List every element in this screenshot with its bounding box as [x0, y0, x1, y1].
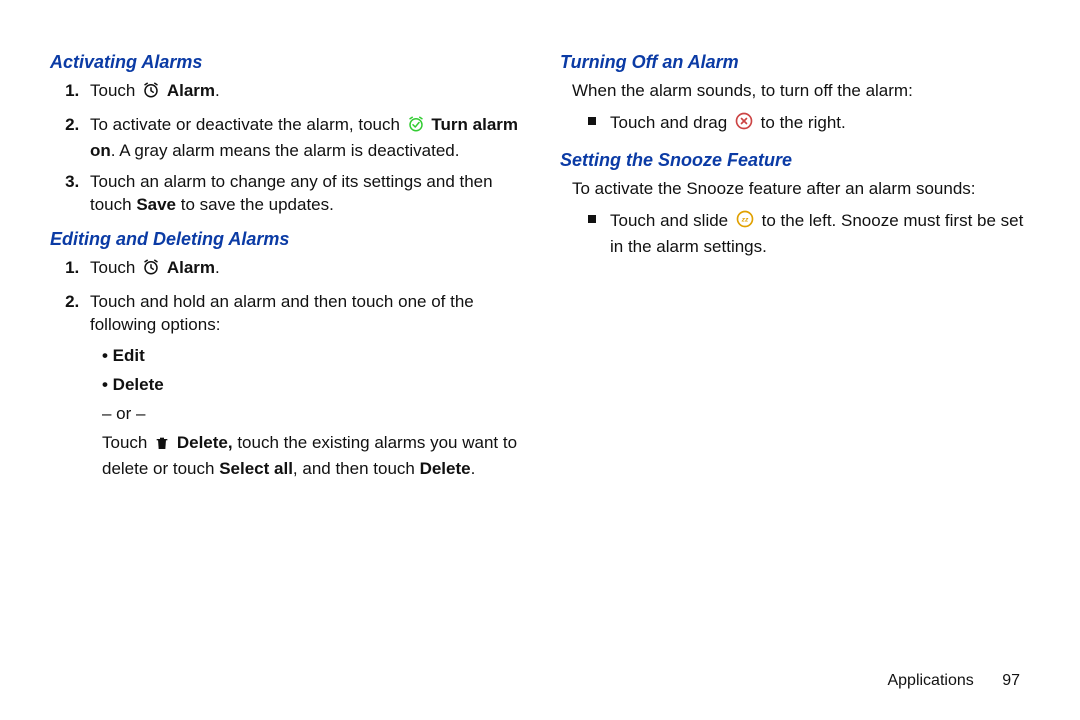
label-edit: • Edit [102, 346, 145, 365]
list-item: Touch and slide zz to the left. Snooze m… [588, 209, 1030, 259]
list-item: To activate or deactivate the alarm, tou… [84, 114, 520, 163]
body-text: Touch and slide [610, 211, 728, 230]
heading-turning-off-alarm: Turning Off an Alarm [560, 50, 1030, 74]
label-alarm: Alarm [167, 258, 215, 277]
body-text: to the right. [761, 113, 846, 132]
bullet-delete: • Delete [102, 374, 520, 397]
left-column: Activating Alarms Touch Alarm. To activa… [50, 40, 520, 489]
heading-snooze-feature: Setting the Snooze Feature [560, 148, 1030, 172]
right-column: Turning Off an Alarm When the alarm soun… [560, 40, 1030, 489]
body-text: Touch [90, 81, 135, 100]
or-separator: – or – [102, 403, 520, 426]
dismiss-circle-icon [734, 111, 754, 138]
label-select-all: Select all [219, 459, 293, 478]
trash-icon [154, 435, 170, 458]
body-text: When the alarm sounds, to turn off the a… [572, 80, 1030, 103]
footer-section-label: Applications [887, 672, 973, 689]
list-item: Touch Alarm. [84, 80, 520, 106]
snooze-circle-icon: zz [735, 209, 755, 236]
list-item: Touch an alarm to change any of its sett… [84, 171, 520, 217]
label-delete: Delete, [177, 433, 233, 452]
body-text: Touch and drag [610, 113, 727, 132]
heading-activating-alarms: Activating Alarms [50, 50, 520, 74]
bullet-edit: • Edit [102, 345, 520, 368]
alarm-on-icon [407, 115, 425, 140]
body-text: To activate the Snooze feature after an … [572, 178, 1030, 201]
page-number: 97 [1002, 672, 1020, 689]
page-footer: Applications 97 [887, 670, 1020, 692]
list-item: Touch and hold an alarm and then touch o… [84, 291, 520, 337]
body-text: Touch [102, 433, 147, 452]
list-item: Touch Alarm. [84, 257, 520, 283]
punct: . [471, 459, 476, 478]
alarm-clock-icon [142, 258, 160, 283]
list-item: Touch and drag to the right. [588, 111, 1030, 138]
body-text: Touch and hold an alarm and then touch o… [90, 292, 474, 334]
alarm-clock-icon [142, 81, 160, 106]
body-text: To activate or deactivate the alarm, tou… [90, 115, 400, 134]
label-save: Save [136, 195, 176, 214]
punct: . [215, 258, 220, 277]
body-text: to save the updates. [176, 195, 334, 214]
heading-editing-deleting-alarms: Editing and Deleting Alarms [50, 227, 520, 251]
list-item: Touch Delete, touch the existing alarms … [102, 432, 520, 481]
svg-text:zz: zz [741, 217, 749, 224]
punct: . [215, 81, 220, 100]
body-text: , and then touch [293, 459, 420, 478]
label-delete: • Delete [102, 375, 164, 394]
label-delete: Delete [420, 459, 471, 478]
label-alarm: Alarm [167, 81, 215, 100]
body-text: . A gray alarm means the alarm is deacti… [111, 141, 460, 160]
body-text: Touch [90, 258, 135, 277]
